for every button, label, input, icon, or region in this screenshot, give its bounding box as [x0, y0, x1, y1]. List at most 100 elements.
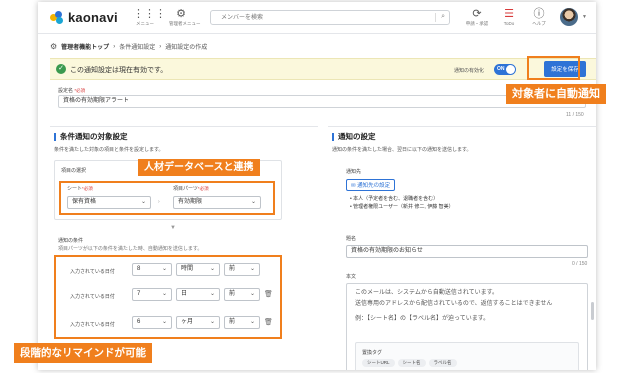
- list-item: • 管理者権限ユーザー（新井 修二, 伊藤 智美）: [350, 204, 454, 210]
- condition-label: 通知の条件: [58, 238, 84, 244]
- unit-value: 時間: [181, 266, 194, 272]
- chevron-down-icon: ⌄: [209, 266, 215, 272]
- help-button[interactable]: ⓘ ヘルプ: [527, 8, 551, 27]
- gear-icon: ⚙: [176, 8, 186, 20]
- chevron-down-icon: ⌄: [209, 319, 215, 325]
- status-notice-bar: ✓ この通知設定は現在有効です。 通知の有効化 ON 設定を保存: [50, 58, 596, 80]
- trash-icon[interactable]: 🗑: [264, 318, 273, 326]
- setting-name-label: 設定名 *必須: [58, 87, 85, 94]
- subject-label: 題名: [346, 236, 357, 242]
- number-select[interactable]: 7 ⌄: [132, 288, 172, 301]
- unit-select[interactable]: ヶ月 ⌄: [176, 316, 220, 329]
- direction-value: 前: [229, 319, 236, 325]
- check-circle-icon: ✓: [56, 64, 66, 74]
- subject-field[interactable]: 資格の有効期限のお知らせ: [346, 245, 588, 258]
- chevron-down-icon[interactable]: ▼: [582, 14, 587, 20]
- chevron-down-icon: ⌄: [250, 199, 256, 205]
- sheet-label-text: シート: [67, 186, 83, 192]
- gear-icon: ⚙: [50, 42, 58, 51]
- direction-value: 前: [229, 291, 236, 297]
- todo-label: ToDo: [503, 21, 515, 26]
- number-select[interactable]: 6 ⌄: [132, 316, 172, 329]
- toggle-knob: [506, 65, 515, 74]
- search-input[interactable]: [211, 11, 411, 24]
- breadcrumb-item-admin-top[interactable]: 管理者機能トップ: [61, 42, 109, 51]
- number-select[interactable]: 8 ⌄: [132, 263, 172, 276]
- subject-count: 0 / 150: [572, 261, 588, 267]
- sheet-select[interactable]: 保有資格 ⌄: [67, 196, 151, 209]
- todo-icon: ☰: [504, 8, 514, 20]
- unit-value: 日: [181, 291, 188, 297]
- condition-row-label: 入力されている日付: [70, 322, 115, 328]
- kaonavi-logo[interactable]: kaonavi: [50, 10, 118, 25]
- condition-row-label: 入力されている日付: [70, 294, 115, 300]
- help-label: ヘルプ: [532, 21, 546, 26]
- menu-button[interactable]: ⋮⋮⋮ メニュー: [133, 8, 166, 27]
- chevron-down-icon: ⌄: [161, 291, 167, 297]
- body-text: このメールは、システムから自動送信されています。 送信専用のアドレスから配信され…: [355, 288, 552, 325]
- tag-chip[interactable]: ラベル名: [428, 359, 457, 367]
- parts-select-value: 有効期限: [178, 199, 203, 205]
- required-badge: *必須: [197, 186, 209, 191]
- menu-label: メニュー: [136, 21, 154, 26]
- unit-select[interactable]: 日 ⌄: [176, 288, 220, 301]
- body-textarea[interactable]: このメールは、システムから自動送信されています。 送信専用のアドレスから配信され…: [346, 283, 588, 370]
- app-window: kaonavi ⋮⋮⋮ メニュー ⚙ 管理者メニュー ⌕ ⟳ 申請・承認 ☰ T…: [38, 2, 596, 370]
- breadcrumb-item-condition-settings[interactable]: 条件通知設定: [119, 42, 155, 51]
- sheet-select-value: 保有資格: [72, 199, 97, 205]
- direction-value: 前: [229, 266, 236, 272]
- member-search[interactable]: ⌕: [210, 10, 450, 25]
- required-badge: *必須: [74, 88, 86, 93]
- highlight-frame-save: [527, 56, 580, 80]
- admin-menu-button[interactable]: ⚙ 管理者メニュー: [169, 8, 201, 27]
- unit-select[interactable]: 時間 ⌄: [176, 263, 220, 276]
- todo-button[interactable]: ☰ ToDo: [497, 8, 521, 27]
- setting-name-label-text: 設定名: [58, 88, 74, 94]
- chevron-down-icon: ⌄: [161, 319, 167, 325]
- scrollbar[interactable]: [591, 302, 594, 320]
- tag-chip[interactable]: シート名: [397, 359, 426, 367]
- body-line: 例：【シート名】の【ラベル名】が迫っています。: [355, 316, 490, 322]
- tags-label: 置換タグ: [362, 350, 383, 356]
- help-icon: ⓘ: [533, 8, 545, 20]
- recipients-list: • 本人（予定者を含む、退職者を含む） • 管理者権限ユーザー（新井 修二, 伊…: [350, 195, 454, 211]
- chevron-down-icon: ⌄: [161, 266, 167, 272]
- chevron-down-icon: ⌄: [209, 291, 215, 297]
- parts-select[interactable]: 有効期限 ⌄: [173, 196, 261, 209]
- recipients-settings-button[interactable]: ✉ 通知先の設定: [346, 179, 396, 191]
- enable-toggle[interactable]: ON: [494, 64, 516, 75]
- callout-db-link: 人材データベースと連携: [138, 159, 260, 176]
- chevron-down-icon: ⌄: [140, 199, 146, 205]
- tag-list: シートURL シート名 ラベル名: [362, 359, 457, 367]
- panel-title: 通知の設定: [332, 133, 376, 141]
- status-message: この通知設定は現在有効です。: [70, 67, 168, 74]
- chevron-right-icon: ›: [113, 43, 116, 50]
- list-item: • 本人（予定者を含む、退職者を含む）: [350, 196, 439, 202]
- breadcrumb: ⚙ 管理者機能トップ › 条件通知設定 › 通知設定の作成: [50, 42, 207, 51]
- approval-button[interactable]: ⟳ 申請・承認: [465, 8, 489, 27]
- tag-box: 置換タグ シートURL シート名 ラベル名: [355, 342, 579, 370]
- condition-description: 項目パーツが以下の条件を満たした時、自動通知を送信します。: [58, 246, 203, 252]
- trash-icon[interactable]: 🗑: [264, 290, 273, 298]
- number-value: 7: [137, 291, 141, 297]
- recipient-text: 本人（予定者を含む、退職者を含む）: [353, 196, 439, 202]
- body-line: 送信専用のアドレスから配信されているので、返信することはできません: [355, 301, 553, 307]
- target-settings-panel: 条件通知の対象設定 条件を満たした対象の項目と条件を設定します。 項目の選択 シ…: [50, 126, 318, 370]
- chevron-right-icon: ›: [158, 199, 160, 205]
- chevron-right-icon: ›: [159, 43, 162, 50]
- avatar[interactable]: [560, 8, 578, 26]
- body-line: このメールは、システムから自動送信されています。: [355, 290, 499, 296]
- toggle-label: 通知の有効化: [454, 68, 485, 74]
- direction-select[interactable]: 前 ⌄: [224, 288, 260, 301]
- direction-select[interactable]: 前 ⌄: [224, 316, 260, 329]
- tag-chip[interactable]: シートURL: [362, 359, 395, 367]
- arrow-down-icon: ▼: [170, 225, 176, 231]
- recipient-text: 管理者権限ユーザー（新井 修二, 伊藤 智美）: [353, 204, 454, 210]
- direction-select[interactable]: 前 ⌄: [224, 263, 260, 276]
- body-label: 本文: [346, 274, 357, 280]
- callout-reminder: 段階的なリマインドが可能: [14, 343, 152, 363]
- sheet-label: シート*必須: [67, 185, 93, 192]
- required-badge: *必須: [82, 186, 93, 191]
- search-icon[interactable]: ⌕: [435, 13, 445, 22]
- mail-icon: ✉: [351, 183, 356, 189]
